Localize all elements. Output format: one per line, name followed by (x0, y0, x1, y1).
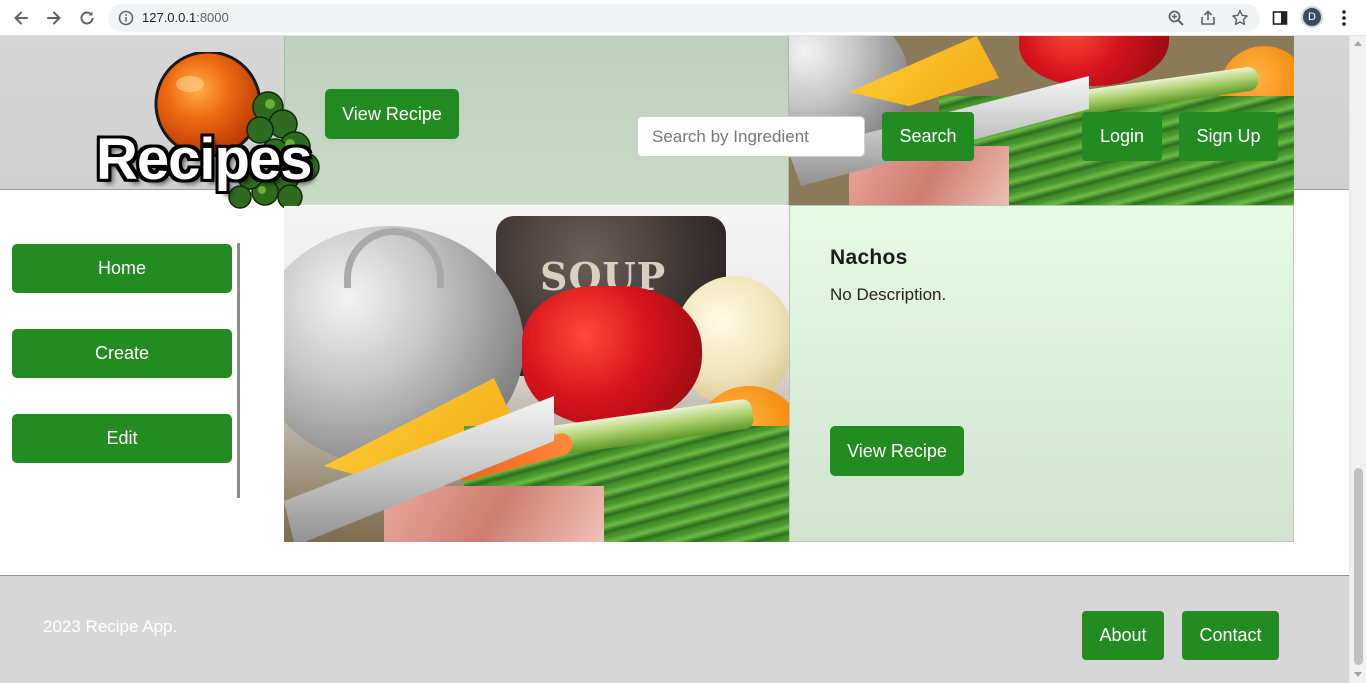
scroll-down-arrow-icon[interactable] (1354, 672, 1362, 677)
scroll-up-arrow-icon[interactable] (1354, 41, 1362, 46)
forward-icon[interactable] (42, 6, 66, 30)
menu-dots-icon[interactable] (1332, 6, 1356, 30)
contact-button[interactable]: Contact (1182, 611, 1279, 660)
url-host: 127.0.0.1 (142, 10, 197, 25)
url-text: 127.0.0.1:8000 (142, 10, 229, 25)
recipe-card-nachos: Nachos No Description. View Recipe (789, 205, 1294, 542)
view-recipe-button-top[interactable]: View Recipe (325, 89, 459, 139)
search-button[interactable]: Search (882, 112, 974, 161)
share-icon[interactable] (1198, 8, 1218, 28)
back-icon[interactable] (9, 6, 33, 30)
search-input[interactable] (637, 116, 865, 157)
sidebar-item-create[interactable]: Create (12, 329, 232, 378)
page-viewport: View Recipe Search Login Sign Up (0, 36, 1349, 683)
sidebar-divider (237, 243, 240, 498)
page-scrollbar[interactable] (1349, 36, 1366, 683)
site-info-icon[interactable] (116, 8, 136, 28)
profile-initial: D (1308, 11, 1316, 23)
side-panel-icon[interactable] (1268, 6, 1292, 30)
scrollbar-thumb[interactable] (1354, 468, 1363, 665)
sidebar-item-home[interactable]: Home (12, 244, 232, 293)
profile-avatar[interactable]: D (1301, 6, 1323, 28)
star-icon[interactable] (1230, 8, 1250, 28)
view-recipe-button-nachos[interactable]: View Recipe (830, 426, 964, 476)
footer-copyright: 2023 Recipe App. (43, 617, 178, 636)
login-button[interactable]: Login (1082, 112, 1162, 161)
site-footer: 2023 Recipe App. About Contact (0, 575, 1349, 683)
sidebar-item-edit[interactable]: Edit (12, 414, 232, 463)
about-button[interactable]: About (1082, 611, 1164, 660)
recipe-image-nachos: SOUP (284, 206, 790, 542)
site-logo[interactable]: Recipes (90, 52, 335, 212)
zoom-icon[interactable] (1166, 8, 1186, 28)
logo-text: Recipes (96, 127, 312, 192)
recipe-title: Nachos (830, 246, 908, 269)
reload-icon[interactable] (75, 6, 99, 30)
address-bar[interactable]: 127.0.0.1:8000 (108, 4, 1260, 32)
browser-toolbar: 127.0.0.1:8000 D (0, 0, 1366, 36)
signup-button[interactable]: Sign Up (1179, 112, 1278, 161)
recipe-description: No Description. (830, 285, 947, 304)
url-port: :8000 (196, 10, 229, 25)
